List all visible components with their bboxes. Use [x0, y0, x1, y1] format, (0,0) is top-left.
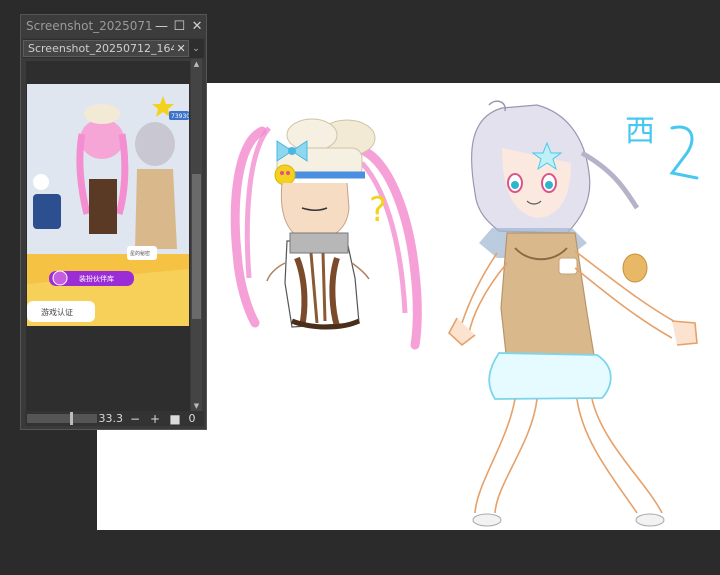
fit-view-icon[interactable]: ■	[165, 412, 185, 426]
standing-character	[448, 100, 698, 527]
close-icon[interactable]: ✕	[188, 17, 206, 35]
chibi-character: ?	[230, 118, 422, 350]
rotation-value: 0	[188, 412, 196, 425]
reference-screenshot: 73930 装扮伙伴库 星的秘密 游戏认证	[27, 84, 189, 326]
tab-bar: Screenshot_20250712_1647 ✕ ⌄	[23, 39, 204, 58]
cyan-annotation: 西	[625, 114, 699, 180]
tab-close-icon[interactable]: ✕	[174, 42, 188, 55]
tab-screenshot[interactable]: Screenshot_20250712_1647 ✕	[23, 40, 189, 57]
window-titlebar[interactable]: Screenshot_2025071 — ☐ ✕	[21, 15, 206, 37]
zoom-bar: 33.3 − + ■ 0	[25, 411, 204, 426]
scrollbar-thumb[interactable]	[192, 174, 201, 319]
small-badge-label: 星的秘密	[130, 250, 150, 257]
question-mark: ?	[369, 190, 387, 230]
zoom-slider[interactable]	[27, 412, 97, 425]
minimize-icon[interactable]: —	[153, 17, 171, 35]
maximize-icon[interactable]: ☐	[170, 17, 188, 35]
footer-button-label: 游戏认证	[41, 307, 73, 317]
preview-area[interactable]: 73930 装扮伙伴库 星的秘密 游戏认证	[26, 61, 190, 411]
scroll-down-icon[interactable]: ▼	[191, 401, 202, 411]
annotation-text: 西	[625, 114, 655, 149]
reference-window[interactable]: Screenshot_2025071 — ☐ ✕ Screenshot_2025…	[20, 14, 207, 430]
zoom-slider-knob[interactable]	[70, 412, 73, 425]
zoom-in-button[interactable]: +	[145, 412, 165, 426]
purple-button-label: 装扮伙伴库	[79, 274, 114, 283]
tab-menu-icon[interactable]: ⌄	[189, 44, 203, 54]
scroll-up-icon[interactable]: ▲	[191, 59, 202, 69]
vertical-scrollbar[interactable]: ▲ ▼	[191, 59, 202, 411]
window-title: Screenshot_2025071	[26, 19, 153, 33]
zoom-value: 33.3	[98, 412, 124, 425]
tab-label: Screenshot_20250712_1647	[28, 42, 175, 55]
zoom-out-button[interactable]: −	[125, 412, 145, 426]
badge-value: 73930	[171, 113, 189, 120]
